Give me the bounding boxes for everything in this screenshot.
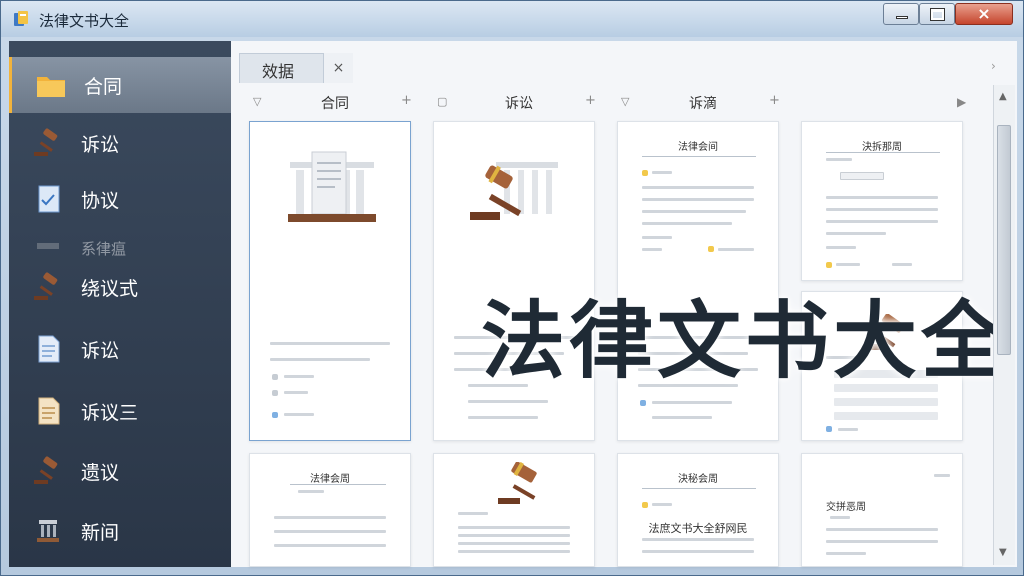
maximize-icon [930,8,945,21]
title-bar[interactable]: 法律文书大全 × [1,1,1023,37]
add-icon[interactable]: + [401,93,412,108]
sidebar-item-label: 诉讼 [81,340,120,362]
court-icon [37,520,59,542]
sidebar-item-legacy[interactable]: 遗议 [9,443,231,499]
close-icon: × [323,53,353,83]
pin-icon: ▽ [621,95,630,108]
overlay-banner-text: 法律文书大全 [481,292,1010,390]
sidebar-item-label: 诉议三 [81,402,139,424]
template-card[interactable] [249,121,411,441]
tab-close-button[interactable]: × [323,53,355,83]
template-card[interactable]: 決秘会周 法庶文书大全舒网民 [617,453,779,567]
card-title: 決秘会周 [678,474,718,485]
column-header[interactable]: ▽ 合同 + [251,91,431,115]
sidebar-item-style[interactable]: 绕议式 [9,259,231,315]
add-icon[interactable]: + [769,93,780,108]
sidebar-item-label: 诉讼 [81,134,120,156]
pin-icon: ▢ [437,95,448,108]
column-header-label: 诉讼 [505,96,533,112]
card-title: 法律会周 [310,474,350,485]
window-title: 法律文书大全 [39,12,130,30]
vertical-scrollbar[interactable]: ▲ ▼ [993,85,1015,565]
gavel-icon [470,162,558,220]
card-title: 決拆那周 [862,142,902,153]
folder-icon [37,77,65,97]
tab-label: 效据 [262,62,295,81]
sidebar-item-label: 新间 [81,522,120,544]
card-text: 法庶文书大全舒网民 [648,522,748,535]
sidebar-item-label: 协议 [81,190,120,212]
gavel-icon [498,462,537,504]
sidebar-item-contract[interactable]: 合同 [9,57,231,113]
gavel-icon [34,456,58,484]
minimize-icon [896,16,908,19]
chevron-right-icon[interactable]: › [991,59,996,73]
sidebar-item-litigation[interactable]: 诉讼 [9,115,231,171]
sidebar: 合同 诉讼 协议 系律瘟 绕议式 诉讼 诉议三 遗议 新间 [9,41,231,567]
sidebar-item-label: 系律瘟 [81,240,127,258]
template-card[interactable] [433,453,595,567]
scroll-down-icon[interactable]: ▼ [999,547,1007,558]
gavel-icon [34,128,58,156]
sidebar-item-label: 绕议式 [81,278,139,300]
gavel-icon [34,272,58,300]
document-icon [38,397,60,425]
scroll-right-icon[interactable]: ▶ [957,95,966,109]
maximize-button[interactable] [919,3,955,25]
scroll-thumb[interactable] [997,125,1011,355]
add-icon[interactable]: + [585,93,596,108]
court-document-icon [288,151,376,222]
app-window: 法律文书大全 × 合同 诉讼 协议 系律瘟 绕议式 诉讼 诉议三 遗议 新间 效… [0,0,1024,576]
sidebar-item-news[interactable]: 新间 [9,503,231,559]
sidebar-item-lawsuit[interactable]: 诉讼 [9,321,231,377]
card-title: 法律会间 [678,142,718,153]
close-icon: × [977,4,991,23]
sidebar-item-label: 遗议 [81,462,120,484]
sidebar-item-label: 合同 [84,76,123,98]
main-panel: 效据 × › ▽ 合同 + ▢ 诉讼 + ▽ 诉滴 + ▶ 法律会间 決拆那周 … [231,41,1017,567]
template-card[interactable]: 交拼恶周 [801,453,963,567]
template-card[interactable]: 法律会间 [617,121,779,441]
column-header-label: 合同 [321,96,349,112]
document-icon [38,185,60,213]
column-header-label: 诉滴 [689,96,717,112]
card-title: 交拼恶周 [826,502,866,513]
close-button[interactable]: × [955,3,1013,25]
scroll-up-icon[interactable]: ▲ [999,91,1007,102]
document-icon [38,335,60,363]
template-card[interactable]: 決拆那周 [801,121,963,281]
app-icon [14,11,28,26]
template-card[interactable]: 法律会周 [249,453,411,567]
template-card[interactable] [433,121,595,441]
pin-icon: ▽ [253,95,262,108]
column-header[interactable]: ▢ 诉讼 + [435,91,615,115]
sidebar-item-lawsuit-3[interactable]: 诉议三 [9,383,231,439]
column-header[interactable]: ▽ 诉滴 + [619,91,799,115]
minimize-button[interactable] [883,3,919,25]
